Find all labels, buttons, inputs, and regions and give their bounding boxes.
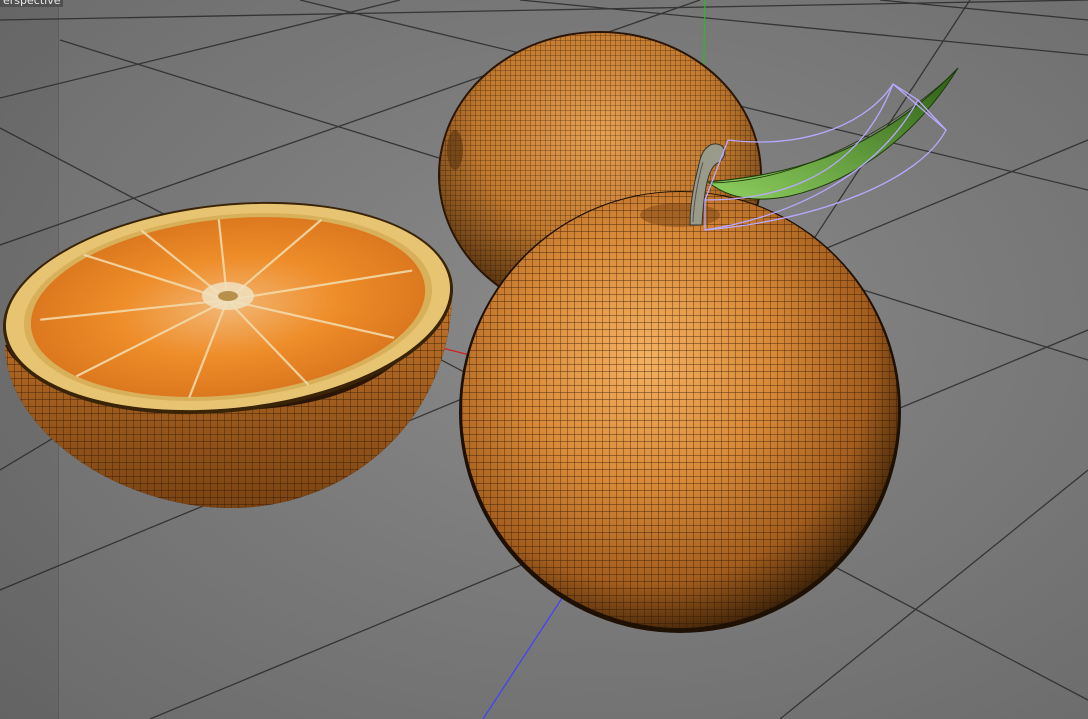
front-orange[interactable]: [459, 190, 901, 633]
3d-viewport[interactable]: erspective: [0, 0, 1088, 719]
scene-canvas[interactable]: [0, 0, 1088, 719]
view-label[interactable]: erspective: [0, 0, 64, 7]
half-orange[interactable]: [0, 181, 464, 520]
